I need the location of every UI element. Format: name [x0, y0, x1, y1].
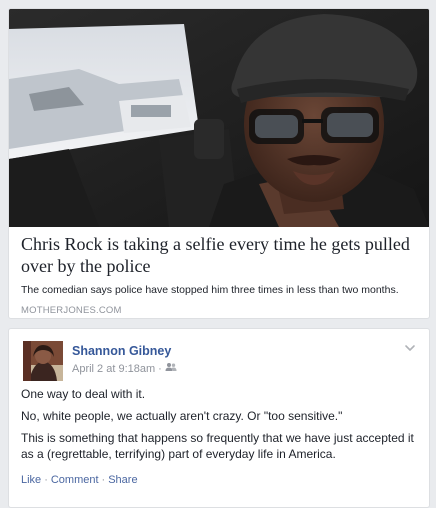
link-preview-card[interactable]: Chris Rock is taking a selfie every time… — [8, 8, 430, 319]
like-link[interactable]: Like — [21, 474, 41, 486]
link-title[interactable]: Chris Rock is taking a selfie every time… — [21, 233, 417, 277]
post-actions: Like · Comment · Share — [21, 474, 138, 486]
chevron-down-icon[interactable] — [403, 341, 417, 355]
link-preview-image[interactable] — [9, 9, 429, 227]
author-name[interactable]: Shannon Gibney — [72, 344, 171, 358]
post-meta: April 2 at 9:18am · — [72, 362, 177, 375]
post-paragraph: One way to deal with it. — [21, 387, 146, 401]
post-timestamp[interactable]: April 2 at 9:18am — [72, 363, 155, 375]
post-card: Shannon Gibney April 2 at 9:18am · One w… — [8, 328, 430, 508]
avatar[interactable] — [23, 341, 63, 381]
action-separator: · — [44, 474, 48, 486]
share-link[interactable]: Share — [108, 474, 137, 486]
friends-icon[interactable] — [165, 362, 177, 375]
post-paragraph: This is something that happens so freque… — [21, 431, 414, 461]
meta-separator: · — [158, 362, 162, 375]
link-domain: MOTHERJONES.COM — [21, 305, 122, 316]
post-message: One way to deal with it. No, white peopl… — [21, 386, 417, 468]
comment-link[interactable]: Comment — [51, 474, 99, 486]
link-preview-body[interactable]: Chris Rock is taking a selfie every time… — [21, 233, 417, 316]
post-paragraph: No, white people, we actually aren't cra… — [21, 409, 343, 423]
link-description: The comedian says police have stopped hi… — [21, 284, 399, 296]
action-separator: · — [101, 474, 106, 486]
